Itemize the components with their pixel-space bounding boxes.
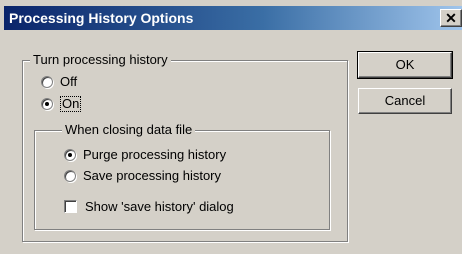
on-radio-focus: On (60, 96, 82, 112)
on-radio[interactable] (41, 98, 53, 110)
turn-processing-history-legend: Turn processing history (30, 52, 171, 67)
purge-history-label: Purge processing history (83, 147, 227, 162)
show-save-history-dialog-checkbox[interactable] (64, 200, 77, 213)
on-radio-option[interactable]: On (41, 96, 82, 112)
close-button[interactable]: ✕ (440, 9, 462, 27)
purge-history-radio-option[interactable]: Purge processing history (64, 147, 226, 162)
when-closing-data-file-legend: When closing data file (62, 122, 196, 137)
ok-button[interactable]: OK (357, 51, 453, 79)
save-history-radio[interactable] (64, 169, 76, 182)
cancel-button[interactable]: Cancel (358, 88, 452, 114)
off-radio-label: Off (60, 74, 78, 89)
save-history-label: Save processing history (83, 168, 222, 183)
off-radio[interactable] (41, 75, 53, 88)
show-save-history-dialog-label: Show 'save history' dialog (85, 199, 234, 214)
dialog-title: Processing History Options (9, 10, 194, 26)
purge-history-radio[interactable] (64, 148, 76, 161)
title-bar[interactable]: Processing History Options ✕ (4, 6, 462, 30)
processing-history-dialog: Processing History Options ✕ Turn proces… (0, 0, 462, 254)
close-icon: ✕ (445, 10, 457, 26)
save-history-radio-option[interactable]: Save processing history (64, 168, 221, 183)
on-radio-label: On (62, 96, 80, 111)
show-save-history-dialog-option[interactable]: Show 'save history' dialog (64, 199, 234, 214)
off-radio-option[interactable]: Off (41, 74, 77, 89)
